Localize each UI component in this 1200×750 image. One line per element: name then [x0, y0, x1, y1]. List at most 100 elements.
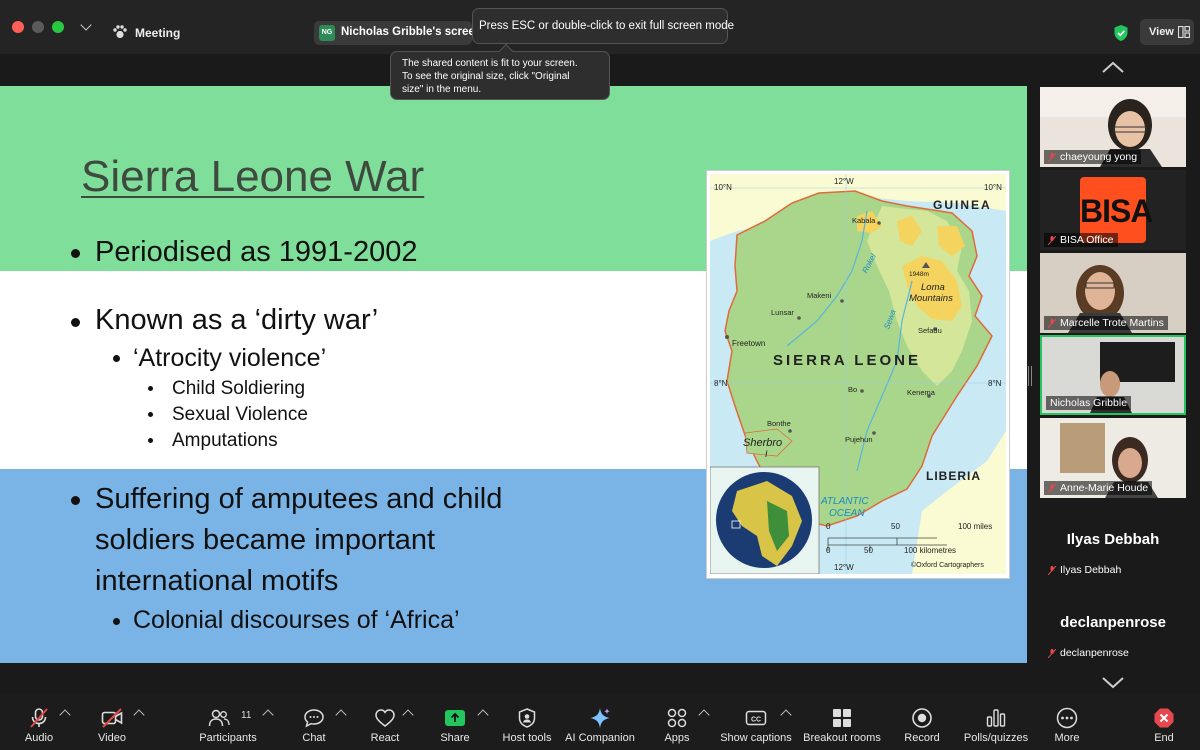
muted-mic-icon — [1048, 153, 1056, 162]
shared-screen-tab[interactable]: NG Nicholas Gribble's screen — [314, 21, 482, 45]
participant-tile[interactable]: declanpenrose declanpenrose — [1040, 583, 1186, 663]
tooltip-line: The shared content is fit to your screen… — [402, 58, 578, 69]
map-label-mountains: Mountains — [909, 293, 953, 304]
captions-button[interactable]: CC Show captions — [718, 693, 794, 750]
slide-title: Sierra Leone War — [81, 152, 425, 201]
map-label-ocean: ATLANTIC — [821, 496, 869, 507]
record-button[interactable]: Record — [898, 693, 946, 750]
apps-button[interactable]: Apps — [655, 693, 699, 750]
chat-options-caret[interactable] — [335, 709, 347, 721]
chevron-down-icon[interactable] — [80, 19, 92, 31]
muted-mic-icon — [1048, 236, 1056, 245]
participant-tile[interactable]: BISA BISA Office — [1040, 170, 1186, 250]
muted-mic-icon — [1048, 566, 1056, 575]
participants-icon — [208, 709, 230, 727]
end-meeting-button[interactable]: End — [1142, 693, 1186, 750]
participants-options-caret[interactable] — [262, 709, 274, 721]
map-label-elevation: 1948m — [909, 271, 929, 278]
host-shield-icon — [518, 708, 536, 728]
exit-fullscreen-tooltip: Press ESC or double-click to exit full s… — [472, 8, 734, 44]
bullet-dot — [71, 318, 80, 327]
more-button[interactable]: More — [1045, 693, 1089, 750]
muted-mic-icon — [1048, 484, 1056, 493]
bullet-dot — [148, 438, 153, 443]
shared-slide[interactable]: Sierra Leone War Periodised as 1991-2002… — [0, 86, 1027, 663]
muted-mic-icon — [1048, 649, 1056, 658]
map-label-lat: 10°N — [984, 183, 1002, 192]
chevron-down-icon[interactable] — [1101, 676, 1125, 690]
bullet-dot — [71, 249, 80, 258]
bullet-dot — [113, 618, 120, 625]
participant-name: Marcelle Trote Martins — [1044, 316, 1168, 330]
participant-tile[interactable]: Marcelle Trote Martins — [1040, 253, 1186, 333]
meeting-toolbar: Audio Video Participants 11 Chat React S… — [0, 693, 1200, 750]
heart-icon — [375, 709, 395, 727]
video-off-icon — [101, 708, 123, 728]
map-label-town: Kenema — [907, 388, 935, 397]
breakout-rooms-button[interactable]: Breakout rooms — [800, 693, 884, 750]
map-label-town: Kabala — [852, 216, 876, 225]
bullet-text: Periodised as 1991-2002 — [95, 236, 418, 268]
sub-bullet-text: ‘Atrocity violence’ — [133, 344, 327, 372]
breakout-rooms-icon — [833, 709, 851, 727]
participant-name: BISA Office — [1044, 233, 1118, 247]
sub-sub-bullet-text: Amputations — [172, 430, 278, 451]
muted-mic-icon — [1048, 319, 1056, 328]
scale-label: 100 miles — [958, 522, 993, 531]
apps-icon — [667, 708, 687, 728]
fullscreen-window-button[interactable] — [52, 21, 64, 33]
map-label-town: Makeni — [807, 291, 832, 300]
audio-button[interactable]: Audio — [10, 693, 68, 750]
apps-options-caret[interactable] — [698, 709, 710, 721]
video-button[interactable]: Video — [84, 693, 140, 750]
more-options-icon — [1056, 707, 1078, 729]
encryption-shield-icon[interactable] — [1113, 24, 1129, 42]
participant-tile[interactable]: Ilyas Debbah Ilyas Debbah — [1040, 500, 1186, 580]
minimize-window-button[interactable] — [32, 21, 44, 33]
presenter-avatar: NG — [319, 25, 335, 41]
shared-screen-label: Nicholas Gribble's screen — [341, 26, 482, 38]
map-label-lon: 12°W — [834, 563, 854, 572]
share-options-caret[interactable] — [477, 709, 489, 721]
bullet-dot — [148, 412, 153, 417]
bullet-text: Known as a ‘dirty war’ — [95, 304, 379, 336]
title-bar: Meeting NG Nicholas Gribble's screen Pre… — [0, 0, 1200, 54]
participant-tile[interactable]: Anne-Marie Houde — [1040, 418, 1186, 498]
participant-name: Ilyas Debbah — [1044, 563, 1125, 577]
map-label-island: I — [765, 449, 768, 459]
map-label-town: Lunsar — [771, 308, 794, 317]
share-screen-button[interactable]: Share — [433, 693, 477, 750]
bar-chart-icon — [986, 709, 1006, 727]
polls-quizzes-button[interactable]: Polls/quizzes — [958, 693, 1034, 750]
participants-count: 11 — [241, 710, 252, 721]
map-label-lat: 8°N — [714, 379, 728, 388]
scale-label: 0 — [826, 546, 831, 555]
map-label-town: Freetown — [732, 339, 766, 348]
panel-resize-handle[interactable] — [1028, 366, 1032, 386]
zoom-window: Meeting NG Nicholas Gribble's screen Pre… — [0, 0, 1200, 750]
map-label-mountains: Loma — [921, 282, 945, 293]
react-button[interactable]: React — [363, 693, 407, 750]
bullet-text-line: soldiers became important — [95, 524, 436, 556]
sub-sub-bullet-text: Child Soldiering — [172, 378, 306, 399]
paw-meeting-icon — [113, 25, 127, 39]
participant-tile[interactable]: chaeyoung yong — [1040, 87, 1186, 167]
view-button[interactable]: View — [1140, 19, 1194, 45]
tooltip-line: size" in the menu. — [402, 84, 482, 95]
close-window-button[interactable] — [12, 21, 24, 33]
scale-label: 100 kilometres — [904, 546, 957, 555]
participant-display-name: declanpenrose — [1060, 614, 1166, 631]
meeting-title[interactable]: Meeting — [135, 26, 180, 40]
participant-tile-active-speaker[interactable]: Nicholas Gribble — [1040, 335, 1186, 415]
map-label-liberia: LIBERIA — [926, 469, 981, 483]
participants-button[interactable]: Participants — [192, 693, 264, 750]
map-label-town: Bo — [848, 385, 858, 394]
grid-icon — [1178, 26, 1190, 38]
map-label-lon: 12°W — [834, 177, 854, 186]
ai-companion-button[interactable]: AI Companion — [563, 693, 637, 750]
chevron-up-icon[interactable] — [1101, 60, 1125, 74]
participant-name: declanpenrose — [1044, 646, 1133, 660]
host-tools-button[interactable]: Host tools — [498, 693, 556, 750]
sub-sub-bullet-text: Sexual Violence — [172, 404, 308, 425]
chat-button[interactable]: Chat — [292, 693, 336, 750]
